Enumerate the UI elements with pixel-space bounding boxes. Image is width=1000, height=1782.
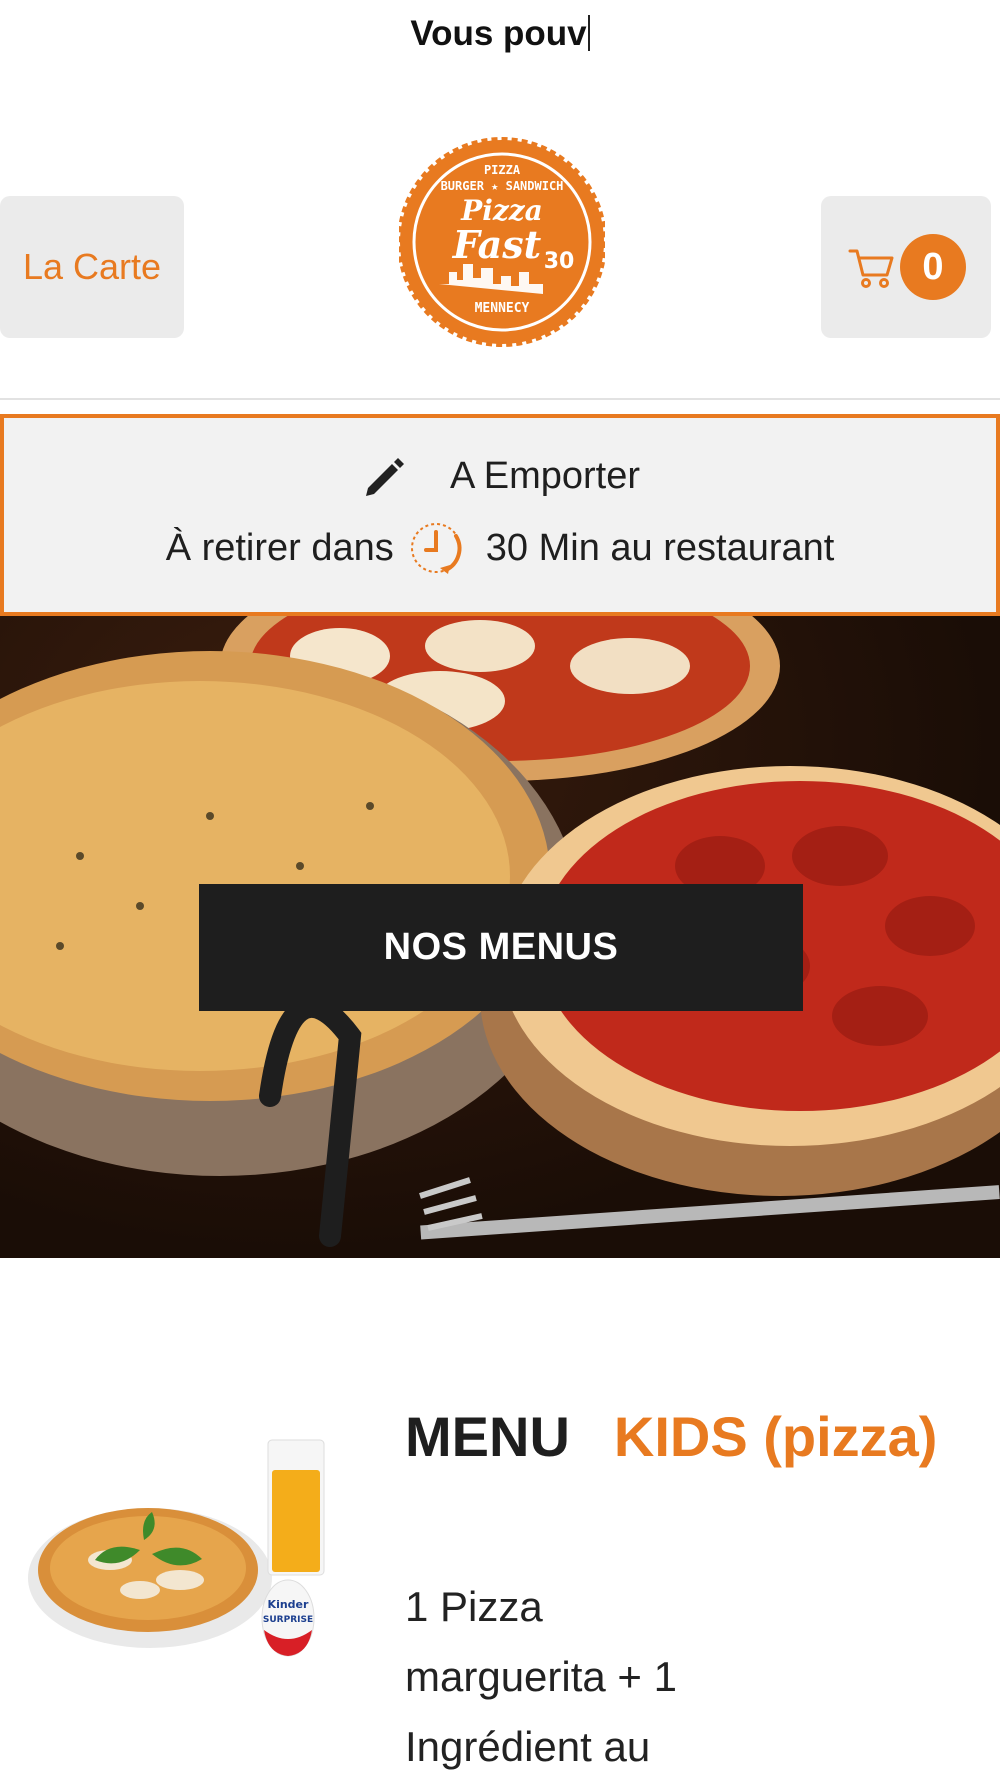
kids-menu-image[interactable]: Kinder SURPRISE <box>20 1430 340 1670</box>
cart-button[interactable]: 0 <box>821 196 991 338</box>
logo-city-text: MENNECY <box>475 301 530 316</box>
description-line: marguerita + 1 <box>405 1653 677 1700</box>
text-caret <box>587 15 590 51</box>
egg-label-text: SURPRISE <box>263 1615 313 1625</box>
takeaway-mode-row: A Emporter <box>4 452 996 500</box>
nos-menus-button[interactable]: NOS MENUS <box>199 884 803 1011</box>
description-line: Ingrédient au <box>405 1723 651 1770</box>
egg-brand-text: Kinder <box>268 1598 309 1611</box>
product-description: 1 Pizza marguerita + 1 Ingrédient au <box>405 1572 735 1782</box>
takeaway-mode-label: A Emporter <box>449 454 641 497</box>
takeaway-panel[interactable]: A Emporter À retirer dans 30 Min au rest… <box>0 414 1000 616</box>
clock-icon <box>410 523 462 574</box>
logo[interactable]: PIZZA BURGER ★ SANDWICH Pizza Fast 30 ME… <box>399 134 605 350</box>
search-typed-text: Vous pouv <box>410 14 587 53</box>
header-divider <box>0 398 1000 400</box>
search-text[interactable]: Vous pouv <box>0 14 1000 54</box>
pickup-suffix: 30 Min au restaurant <box>485 526 835 569</box>
logo-number-text: 30 <box>544 249 575 274</box>
cart-count-badge: 0 <box>900 234 966 300</box>
la-carte-button[interactable]: La Carte <box>0 196 184 338</box>
logo-top-text: PIZZA <box>484 163 521 177</box>
pickup-time-row: À retirer dans 30 Min au restaurant <box>4 514 996 582</box>
product-title-kids: KIDS (pizza) <box>613 1405 938 1468</box>
pickup-prefix: À retirer dans <box>165 526 394 569</box>
product-title-menu: MENU <box>405 1405 570 1468</box>
cart-icon <box>848 249 894 288</box>
logo-subtitle-text: BURGER ★ SANDWICH <box>441 179 564 193</box>
product-title: MENU KIDS (pizza) <box>405 1404 937 1469</box>
pencil-icon <box>365 458 404 496</box>
la-carte-label: La Carte <box>22 246 162 287</box>
description-line: 1 Pizza <box>405 1583 543 1630</box>
logo-brand2-text: Fast <box>452 222 542 267</box>
